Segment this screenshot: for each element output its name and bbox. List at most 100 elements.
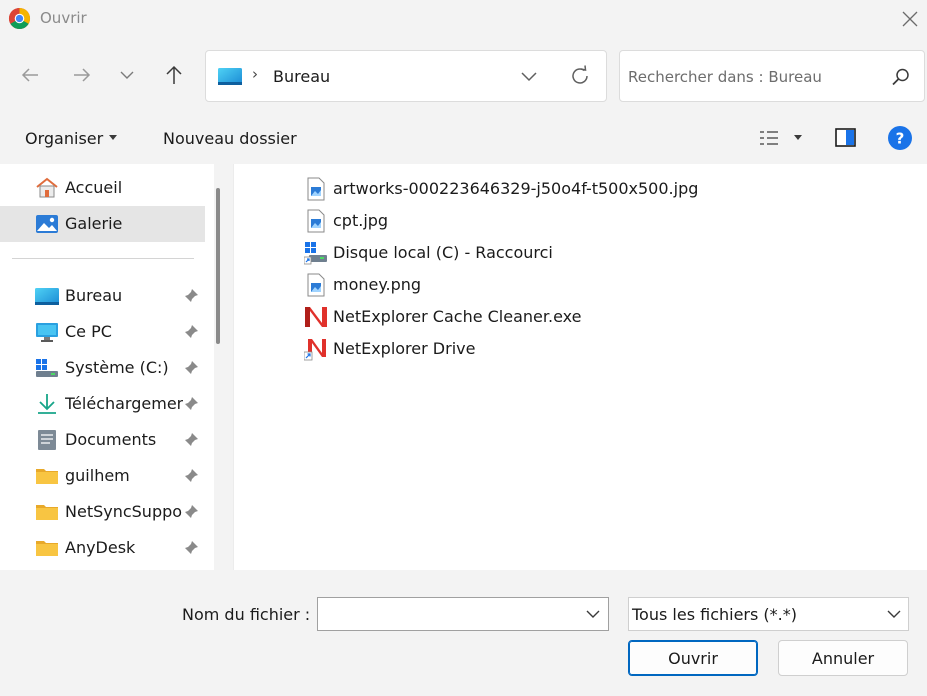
organise-button[interactable]: Organiser xyxy=(25,129,103,148)
sidebar-item-documents[interactable]: Documents xyxy=(0,422,205,458)
help-icon[interactable]: ? xyxy=(887,125,913,151)
sidebar-item-netsyncsupport[interactable]: NetSyncSupport xyxy=(0,494,205,530)
sidebar-item-label: Documents xyxy=(65,430,157,449)
list-item[interactable]: artworks-000223646329-j50o4f-t500x500.jp… xyxy=(304,173,904,203)
documents-icon xyxy=(38,430,56,450)
window-title: Ouvrir xyxy=(40,9,87,27)
svg-text:?: ? xyxy=(896,130,905,148)
desktop-icon xyxy=(35,288,59,305)
cancel-button[interactable]: Annuler xyxy=(778,640,908,676)
search-icon[interactable] xyxy=(891,67,911,87)
folder-icon xyxy=(36,541,58,556)
search-input[interactable] xyxy=(628,65,883,89)
filename-label: Nom du fichier : xyxy=(182,605,311,624)
file-name: Disque local (C) - Raccourci xyxy=(333,243,553,262)
breadcrumb-item-bureau[interactable]: Bureau xyxy=(273,67,330,86)
file-type-value: Tous les fichiers (*.*) xyxy=(632,605,797,624)
arrow-right-icon xyxy=(74,68,91,82)
list-item[interactable]: NetExplorer Cache Cleaner.exe xyxy=(304,301,904,331)
folder-icon xyxy=(36,505,58,520)
close-icon xyxy=(902,11,918,27)
pin-icon[interactable] xyxy=(183,504,199,520)
caret-down-icon[interactable] xyxy=(108,134,118,142)
sidebar-item-bureau[interactable]: Bureau xyxy=(0,278,205,314)
sidebar-scrollbar[interactable] xyxy=(216,188,220,344)
filename-combobox[interactable] xyxy=(317,597,609,631)
sidebar-item-label: Bureau xyxy=(65,286,123,305)
list-item[interactable]: cpt.jpg xyxy=(304,205,904,235)
command-bar: Organiser Nouveau dossier ? xyxy=(0,114,927,164)
list-item[interactable]: NetExplorer Drive xyxy=(304,333,904,363)
pin-icon[interactable] xyxy=(183,324,199,340)
netexplorer-icon xyxy=(305,307,327,327)
sidebar-item-anydesk[interactable]: AnyDesk xyxy=(0,530,205,566)
computer-icon xyxy=(36,323,58,342)
pin-icon[interactable] xyxy=(183,432,199,448)
sidebar-item-label: Téléchargements xyxy=(65,394,183,413)
sidebar-item-accueil[interactable]: Accueil xyxy=(0,170,205,206)
chevron-down-icon[interactable] xyxy=(518,65,540,87)
image-file-icon xyxy=(307,177,325,201)
file-name: money.png xyxy=(333,275,422,294)
netexplorer-shortcut-icon xyxy=(304,339,326,361)
pin-icon[interactable] xyxy=(183,396,199,412)
file-list: artworks-000223646329-j50o4f-t500x500.jp… xyxy=(234,164,927,570)
filename-input[interactable] xyxy=(324,604,574,624)
chevron-down-icon xyxy=(887,610,901,618)
download-icon xyxy=(38,394,56,414)
file-name: NetExplorer Cache Cleaner.exe xyxy=(333,307,582,326)
pin-icon[interactable] xyxy=(183,468,199,484)
up-button[interactable] xyxy=(159,60,189,90)
new-folder-button[interactable]: Nouveau dossier xyxy=(163,129,297,148)
navigation-bar: › Bureau xyxy=(0,38,927,114)
breadcrumb-separator: › xyxy=(252,65,258,83)
pin-icon[interactable] xyxy=(183,360,199,376)
view-details-icon[interactable] xyxy=(758,128,780,148)
sidebar-item-galerie[interactable]: Galerie xyxy=(0,206,205,242)
image-file-icon xyxy=(307,273,325,297)
back-button[interactable] xyxy=(15,60,45,90)
sidebar-item-label: Système (C:) xyxy=(65,358,169,377)
search-box[interactable] xyxy=(619,50,925,102)
pin-icon[interactable] xyxy=(183,288,199,304)
sidebar-item-systeme[interactable]: Système (C:) xyxy=(0,350,205,386)
sidebar-item-label: Galerie xyxy=(65,214,123,233)
file-name: cpt.jpg xyxy=(333,211,389,230)
drive-shortcut-icon xyxy=(304,242,327,265)
chrome-icon xyxy=(8,7,31,30)
arrow-left-icon xyxy=(21,68,38,82)
open-button[interactable]: Ouvrir xyxy=(628,640,758,676)
file-type-select[interactable]: Tous les fichiers (*.*) xyxy=(628,597,909,631)
chevron-down-icon[interactable] xyxy=(586,608,600,620)
pin-icon[interactable] xyxy=(183,540,199,556)
desktop-icon xyxy=(218,68,242,85)
chevron-down-icon xyxy=(120,71,134,79)
gallery-icon xyxy=(36,215,58,233)
sidebar-item-label: NetSyncSupport xyxy=(65,502,183,521)
folder-icon xyxy=(36,469,58,484)
sidebar-item-telechargements[interactable]: Téléchargements xyxy=(0,386,205,422)
drive-icon xyxy=(36,359,58,377)
dialog-footer: Nom du fichier : Tous les fichiers (*.*)… xyxy=(0,570,927,696)
sidebar-item-ce-pc[interactable]: Ce PC xyxy=(0,314,205,350)
sidebar-item-label: guilhem xyxy=(65,466,130,485)
sidebar-item-label: Accueil xyxy=(65,178,123,197)
file-name: artworks-000223646329-j50o4f-t500x500.jp… xyxy=(333,179,699,198)
title-bar: Ouvrir xyxy=(0,0,927,38)
preview-pane-icon[interactable] xyxy=(834,127,858,149)
forward-button[interactable] xyxy=(67,60,97,90)
caret-down-icon[interactable] xyxy=(793,134,803,142)
sidebar-item-guilhem[interactable]: guilhem xyxy=(0,458,205,494)
address-bar[interactable]: › Bureau xyxy=(205,50,607,102)
image-file-icon xyxy=(307,209,325,233)
sidebar-divider xyxy=(12,258,194,259)
list-item[interactable]: Disque local (C) - Raccourci xyxy=(304,237,904,267)
arrow-up-icon xyxy=(166,65,182,84)
navigation-pane: Accueil Galerie Bureau Ce PC Système (C:… xyxy=(0,164,214,570)
list-item[interactable]: money.png xyxy=(304,269,904,299)
refresh-icon[interactable] xyxy=(568,64,592,88)
close-button[interactable] xyxy=(896,5,924,33)
file-name: NetExplorer Drive xyxy=(333,339,476,358)
recent-locations-button[interactable] xyxy=(112,60,142,90)
sidebar-item-label: AnyDesk xyxy=(65,538,136,557)
